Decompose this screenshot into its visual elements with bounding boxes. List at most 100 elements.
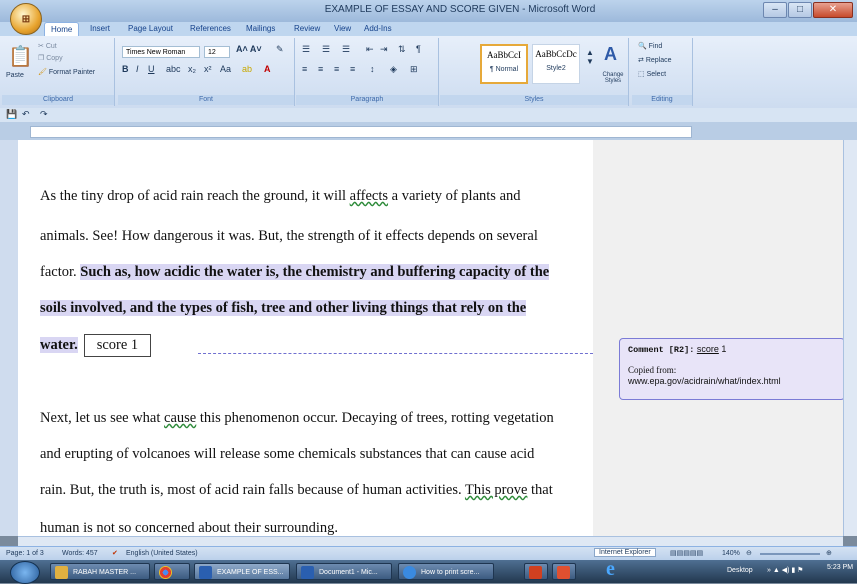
bullets-icon[interactable]: ☰ [302, 44, 310, 55]
comment-balloon[interactable]: Comment [R2]: score 1 Copied from: www.e… [619, 338, 845, 400]
align-right-icon[interactable]: ≡ [334, 64, 339, 74]
decrease-indent-icon[interactable]: ⇤ [366, 44, 374, 55]
paste-button[interactable]: Paste [6, 72, 24, 79]
numbering-icon[interactable]: ☰ [322, 44, 330, 55]
redo-icon[interactable]: ↷ [40, 109, 48, 120]
font-label: Font [118, 95, 294, 105]
align-left-icon[interactable]: ≡ [302, 64, 307, 74]
tab-review[interactable]: Review [294, 24, 320, 33]
select-button[interactable]: ⬚ Select [638, 70, 666, 78]
justify-icon[interactable]: ≡ [350, 64, 355, 74]
subscript-icon[interactable]: x₂ [188, 64, 196, 74]
close-button[interactable]: ✕ [813, 2, 853, 18]
multilevel-list-icon[interactable]: ☰ [342, 44, 350, 55]
zoom-slider[interactable] [760, 553, 820, 555]
vertical-scrollbar[interactable] [843, 140, 857, 536]
line-spacing-icon[interactable]: ↕ [370, 64, 375, 74]
italic-icon[interactable]: I [136, 64, 139, 74]
undo-icon[interactable]: ↶ [22, 109, 30, 120]
document-page[interactable]: As the tiny drop of acid rain reach the … [18, 140, 593, 536]
ribbon: 📋 Paste ✂ Cut ❐ Copy 🖌 Format Painter Cl… [0, 36, 857, 109]
folder-icon [55, 566, 68, 579]
tab-references[interactable]: References [190, 24, 231, 33]
change-styles-icon[interactable]: A [604, 44, 617, 65]
page-count[interactable]: Page: 1 of 3 [6, 550, 44, 557]
borders-icon[interactable]: ⊞ [410, 64, 418, 75]
replace-button[interactable]: ⇄ Replace [638, 56, 672, 64]
text-run: rain. But, the truth is, most of acid ra… [40, 482, 465, 498]
office-button[interactable]: ⊞ [10, 3, 42, 35]
taskbar-pinned-1[interactable] [524, 563, 548, 580]
document-line[interactable]: soils involved, and the types of fish, t… [40, 300, 527, 317]
save-icon[interactable]: 💾 [6, 109, 17, 120]
proofing-icon[interactable]: ✔ [112, 549, 118, 557]
status-bar: Page: 1 of 3 Words: 457 ✔ English (Unite… [0, 546, 857, 561]
style-normal[interactable]: AaBbCcI ¶ Normal [480, 44, 528, 84]
horizontal-ruler[interactable] [0, 122, 857, 141]
zoom-out-icon[interactable]: ⊖ [746, 549, 752, 557]
change-case-icon[interactable]: Aa [220, 64, 231, 74]
taskbar-item-chrome[interactable] [154, 563, 190, 580]
styles-scroll-icon[interactable]: ▲ ▼ [586, 48, 594, 66]
document-line[interactable]: human is not so concerned about their su… [40, 520, 338, 536]
language-status[interactable]: English (United States) [126, 550, 198, 557]
replace-icon: ⇄ [638, 57, 646, 64]
change-styles-button[interactable]: Change Styles [596, 72, 630, 84]
increase-indent-icon[interactable]: ⇥ [380, 44, 388, 55]
style-style2[interactable]: AaBbCcDc Style2 [532, 44, 580, 84]
font-name-select[interactable]: Times New Roman [122, 46, 200, 58]
font-color-icon[interactable]: A [264, 64, 271, 74]
vertical-ruler[interactable] [0, 140, 19, 536]
taskbar-pinned-2[interactable] [552, 563, 576, 580]
sort-icon[interactable]: ⇅ [398, 44, 406, 55]
underline-icon[interactable]: U [148, 64, 155, 74]
zoom-in-icon[interactable]: ⊕ [826, 549, 832, 557]
tab-add-ins[interactable]: Add-Ins [364, 24, 392, 33]
find-button[interactable]: 🔍 Find [638, 42, 662, 50]
show-formatting-icon[interactable]: ¶ [416, 44, 421, 54]
grow-font-icon[interactable]: A˄ A˅ [236, 44, 262, 54]
copy-button[interactable]: ❐ Copy [38, 54, 63, 62]
document-line[interactable]: Next, let us see what cause this phenome… [40, 410, 554, 427]
comment-header: Comment [R2]: score 1 [628, 344, 727, 355]
align-center-icon[interactable]: ≡ [318, 64, 323, 74]
internet-explorer-tooltip: Internet Explorer [594, 548, 656, 557]
taskbar-item-browser[interactable]: How to print scre... [398, 563, 494, 580]
document-line[interactable]: animals. See! How dangerous it was. But,… [40, 228, 538, 245]
view-buttons-icon[interactable]: ▤▤▤▤▤ [670, 549, 703, 557]
tray-icons[interactable]: » ▲ ◀) ▮ ⚑ [767, 566, 803, 574]
taskbar-item-word-essay[interactable]: EXAMPLE OF ESS... [194, 563, 290, 580]
start-button[interactable] [10, 561, 40, 584]
tab-home[interactable]: Home [44, 22, 80, 37]
format-painter-button[interactable]: 🖌 Format Painter [38, 68, 95, 76]
desktop-toolbar[interactable]: Desktop [727, 567, 753, 574]
document-line[interactable]: and erupting of volcanoes will release s… [40, 446, 534, 463]
strikethrough-icon[interactable]: abc [166, 64, 181, 74]
cut-button[interactable]: ✂ Cut [38, 42, 57, 50]
highlight-icon[interactable]: ab [242, 64, 252, 74]
document-line[interactable]: rain. But, the truth is, most of acid ra… [40, 482, 553, 499]
superscript-icon[interactable]: x² [204, 64, 212, 74]
bold-icon[interactable]: B [122, 64, 129, 74]
document-line[interactable]: water. score 1 [40, 334, 152, 357]
word-count[interactable]: Words: 457 [62, 550, 98, 557]
shading-icon[interactable]: ◈ [390, 64, 397, 75]
tab-insert[interactable]: Insert [90, 24, 110, 33]
score-textbox[interactable]: score 1 [83, 334, 152, 357]
taskbar-item-folder[interactable]: RABAH MASTER ... [50, 563, 150, 580]
clear-format-icon[interactable]: ✎ [276, 44, 284, 55]
minimize-button[interactable]: – [763, 2, 787, 18]
tab-view[interactable]: View [334, 24, 351, 33]
font-size-select[interactable]: 12 [204, 46, 230, 58]
zoom-level[interactable]: 140% [722, 550, 740, 557]
taskbar-item-word-document1[interactable]: Document1 - Mic... [296, 563, 392, 580]
taskbar-pinned-ie[interactable]: e [596, 563, 640, 580]
document-line[interactable]: As the tiny drop of acid rain reach the … [40, 188, 521, 205]
highlighted-text: water. [40, 337, 78, 353]
document-line[interactable]: factor. Such as, how acidic the water is… [40, 264, 550, 281]
maximize-button[interactable]: □ [788, 2, 812, 18]
tab-page-layout[interactable]: Page Layout [128, 24, 173, 33]
clock[interactable]: 5:23 PM [827, 564, 853, 571]
title-bar: EXAMPLE OF ESSAY AND SCORE GIVEN - Micro… [0, 0, 857, 22]
tab-mailings[interactable]: Mailings [246, 24, 275, 33]
